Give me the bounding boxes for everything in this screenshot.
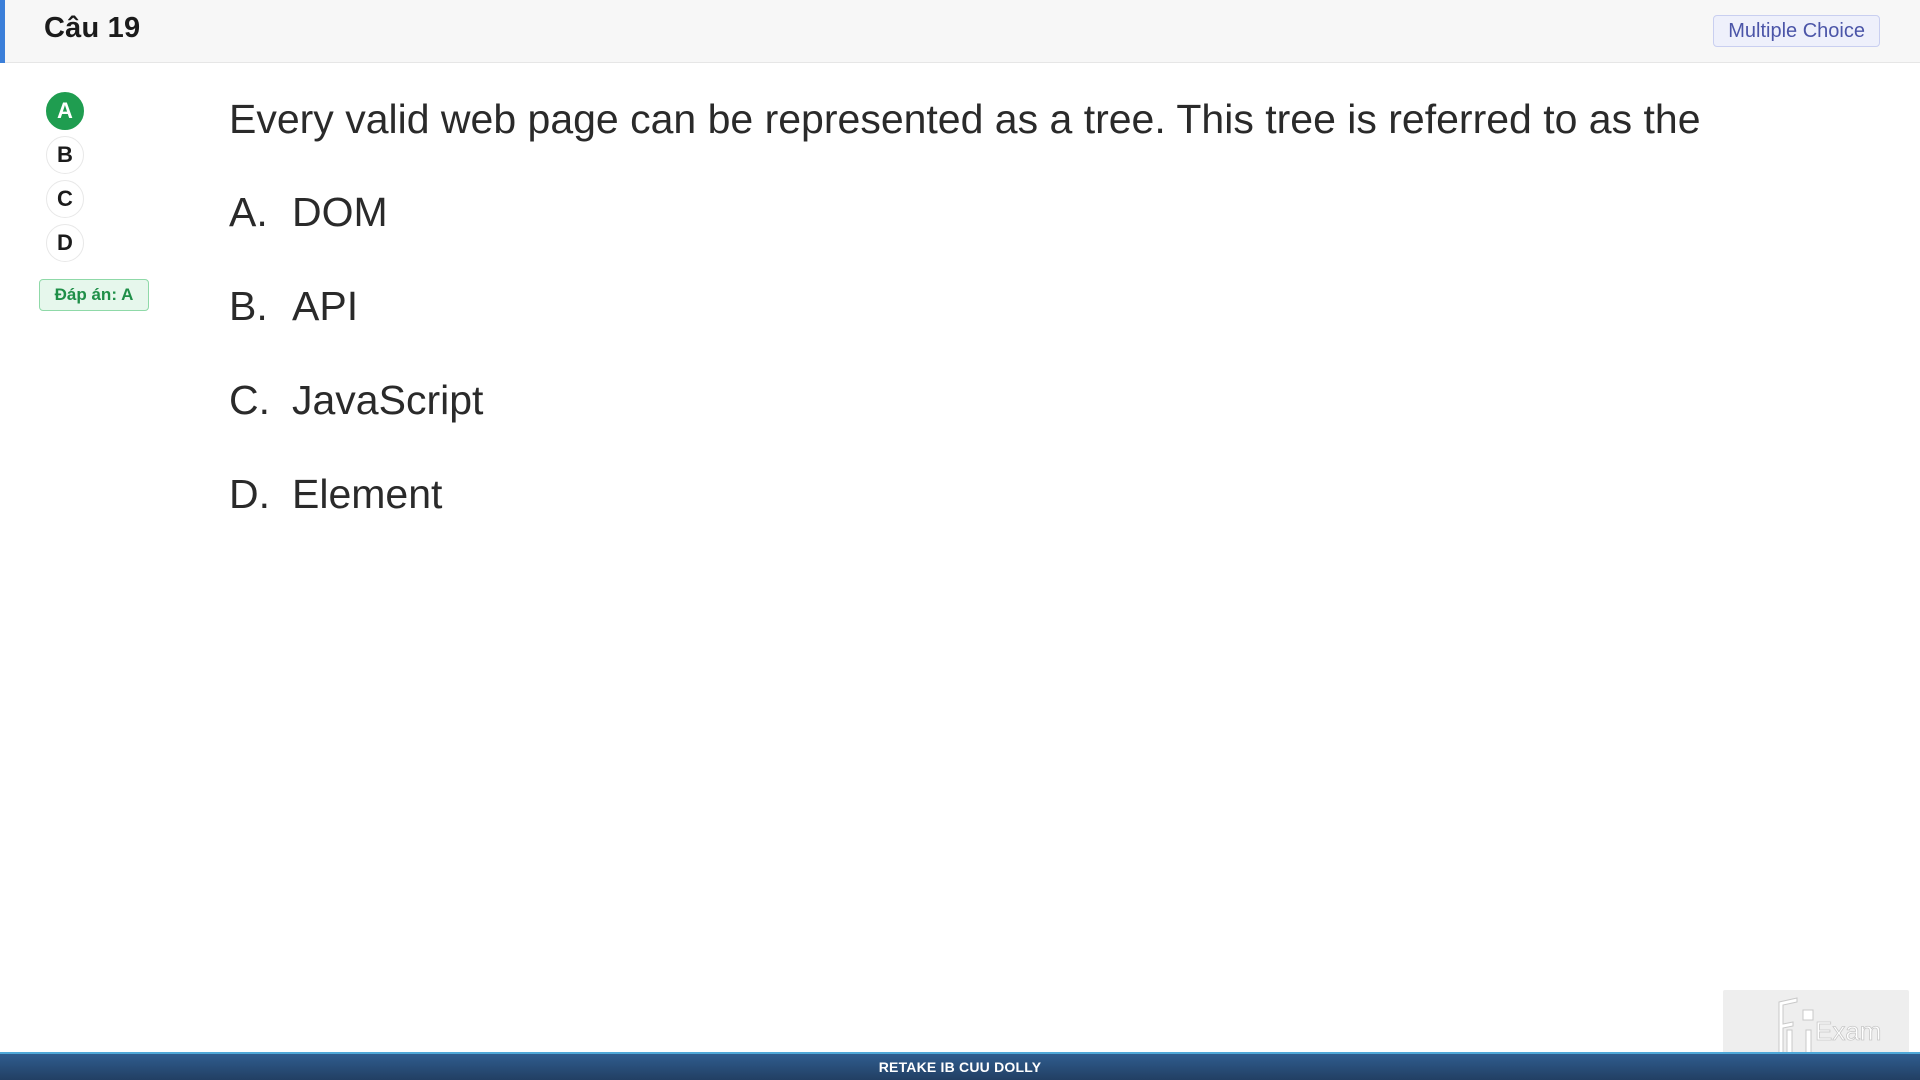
- option-letter: C.: [229, 377, 270, 423]
- option-text: Element: [292, 471, 443, 517]
- option-letter: A.: [229, 189, 268, 235]
- option-b[interactable]: B. API: [229, 283, 483, 377]
- option-letter: D.: [229, 471, 270, 517]
- quiz-page: Câu 19 Multiple Choice A B C D Đáp án: A…: [0, 0, 1920, 1080]
- option-letter: B.: [229, 283, 268, 329]
- svg-text:Exam: Exam: [1815, 1016, 1881, 1046]
- question-type-badge: Multiple Choice: [1713, 15, 1880, 47]
- pick-option-b[interactable]: B: [46, 136, 84, 174]
- answer-picker: A B C D: [46, 92, 86, 268]
- option-a[interactable]: A. DOM: [229, 189, 483, 283]
- question-text: Every valid web page can be represented …: [229, 96, 1701, 142]
- question-header: Câu 19 Multiple Choice: [0, 0, 1920, 63]
- pick-option-d[interactable]: D: [46, 224, 84, 262]
- correct-answer-badge: Đáp án: A: [39, 279, 149, 311]
- pick-option-a[interactable]: A: [46, 92, 84, 130]
- header-accent-bar: [0, 0, 5, 63]
- pick-option-c[interactable]: C: [46, 180, 84, 218]
- footer-bar: RETAKE IB CUU DOLLY: [0, 1052, 1920, 1080]
- option-text: JavaScript: [292, 377, 484, 423]
- option-d[interactable]: D. Element: [229, 471, 483, 565]
- question-number: Câu 19: [44, 12, 141, 44]
- option-list: A. DOM B. API C. JavaScript D. Element: [229, 189, 483, 565]
- option-c[interactable]: C. JavaScript: [229, 377, 483, 471]
- option-text: DOM: [292, 189, 388, 235]
- option-text: API: [292, 283, 359, 329]
